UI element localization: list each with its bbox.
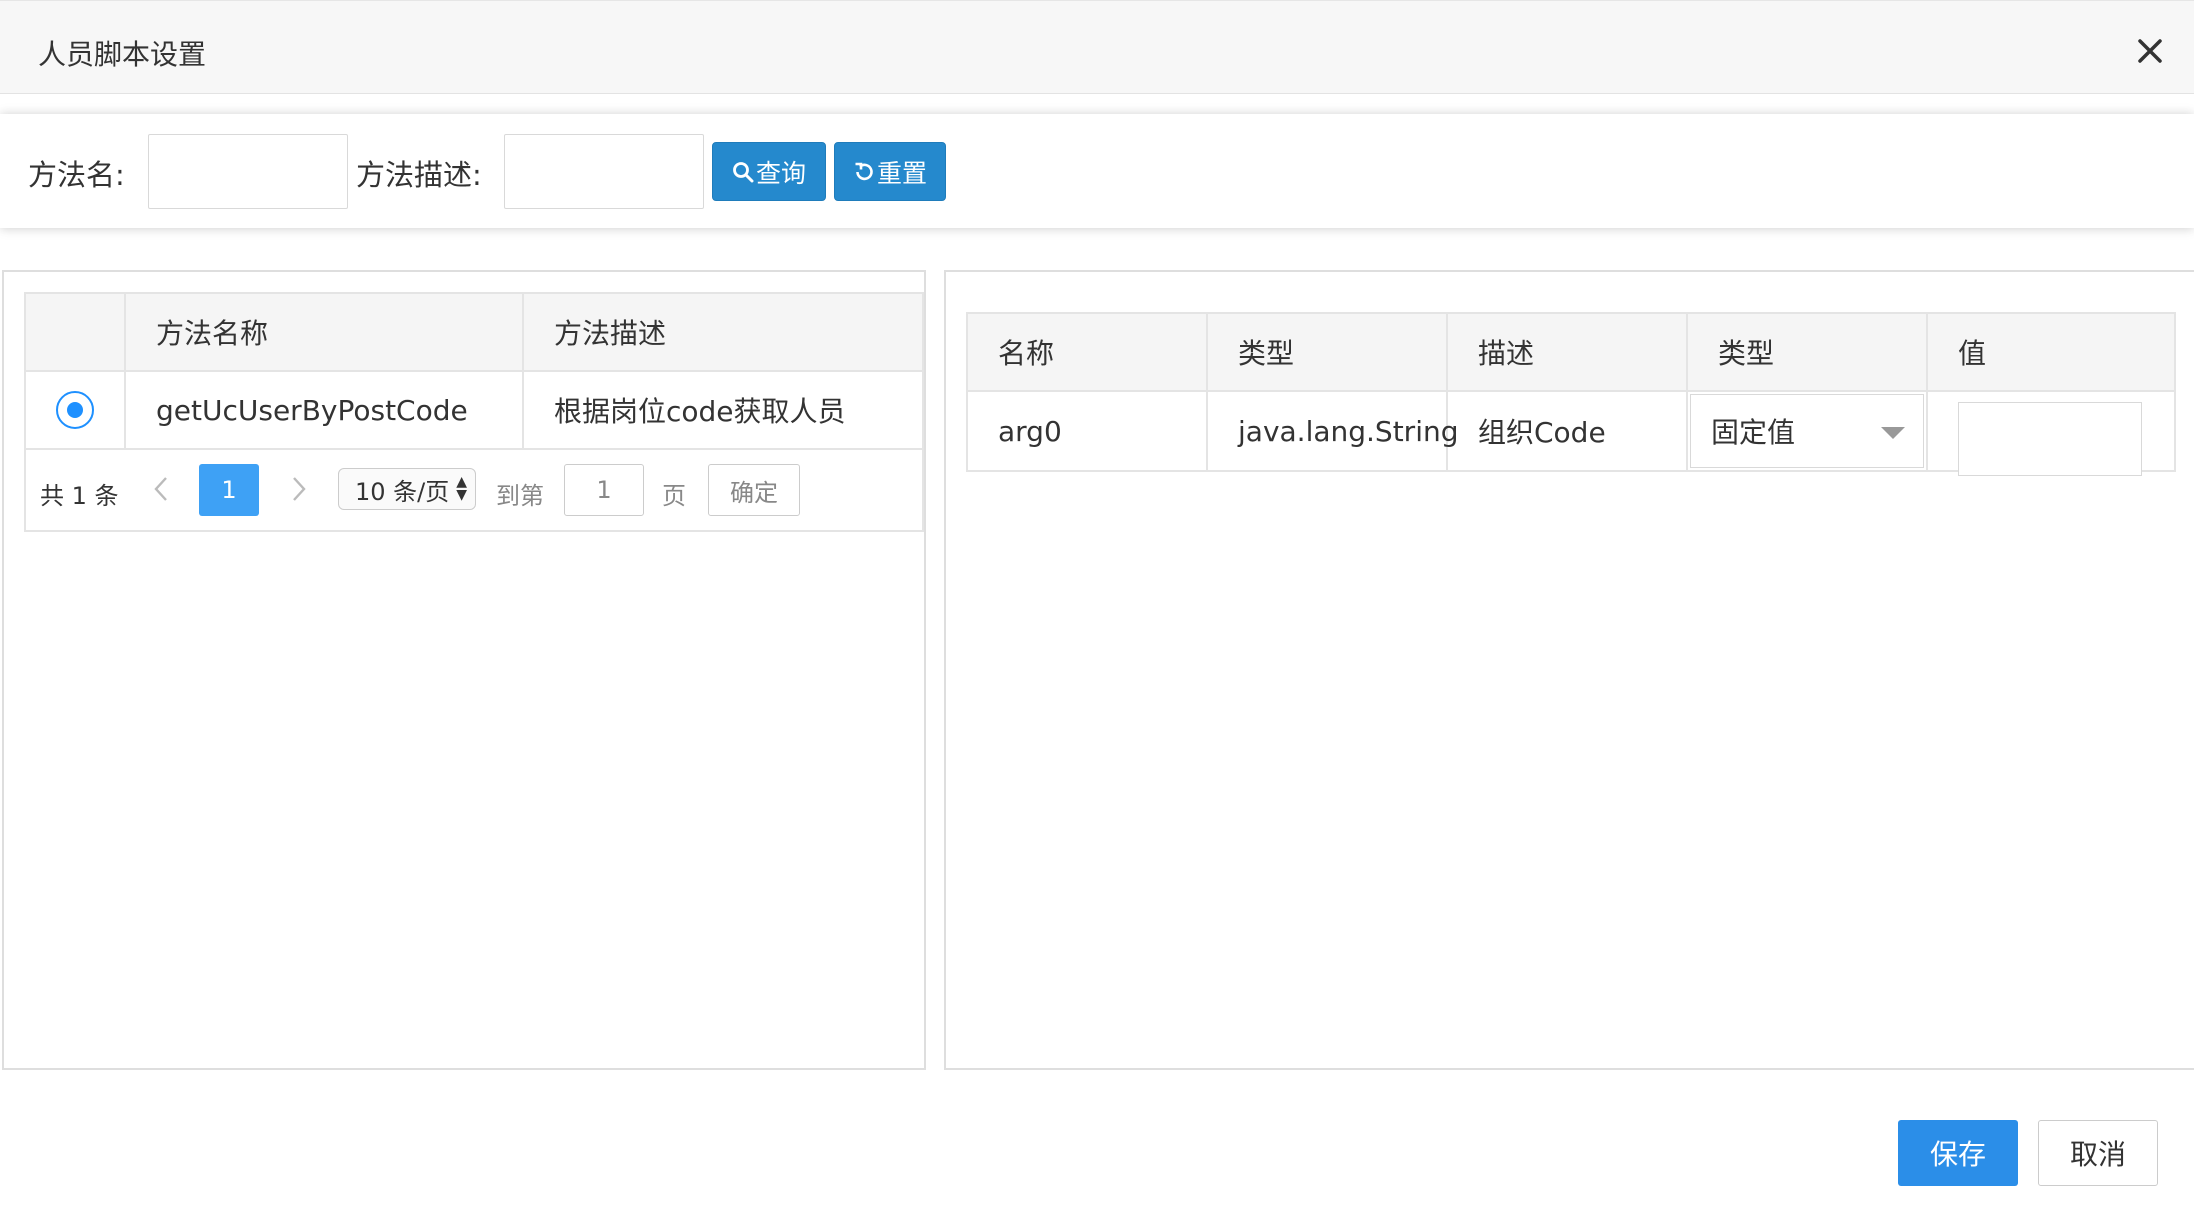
row-radio[interactable] (56, 391, 94, 429)
value-type-select[interactable]: 固定值 (1690, 394, 1924, 468)
param-name-cell: arg0 (968, 392, 1208, 470)
header-select (26, 294, 126, 370)
refresh-icon (855, 162, 873, 180)
param-table: 名称 类型 描述 类型 值 arg0 java.lang.String 组织Co… (966, 312, 2176, 476)
header-value: 值 (1958, 337, 1987, 370)
value-type-cell: 固定值 (1688, 392, 1928, 470)
table-row[interactable]: getUcUserByPostCode 根据岗位code获取人员 (26, 372, 922, 450)
reset-label: 重置 (876, 158, 927, 188)
header-method-desc: 方法描述 (554, 317, 667, 350)
value-cell (1928, 392, 2174, 476)
header-param-type: 类型 (1208, 314, 1448, 390)
pager-current-page[interactable]: 1 (199, 464, 259, 516)
method-desc-label: 方法描述: (356, 158, 482, 192)
row-select-cell (26, 372, 126, 448)
reset-button[interactable]: 重置 (834, 142, 946, 201)
value-input[interactable] (1958, 402, 2142, 476)
method-name-cell: getUcUserByPostCode (126, 372, 524, 448)
param-desc-cell: 组织Code (1448, 392, 1688, 470)
pager-page-label: 页 (662, 482, 686, 510)
pager-confirm-button[interactable]: 确定 (708, 464, 800, 516)
pager-total: 共 1 条 (40, 482, 119, 510)
pager-goto-label: 到第 (496, 482, 544, 510)
radio-dot (67, 402, 83, 418)
header-value-type: 类型 (1688, 314, 1928, 390)
method-name-label: 方法名: (28, 158, 125, 192)
method-desc-cell: 根据岗位code获取人员 (554, 395, 846, 428)
chevron-right-icon[interactable] (284, 474, 312, 504)
page-size-value: 10 条/页 (355, 477, 450, 506)
save-button[interactable]: 保存 (1898, 1120, 2018, 1186)
dialog-header: 人员脚本设置 (0, 0, 2194, 94)
caret-down-icon (1881, 427, 1905, 439)
pagination: 共 1 条 1 10 条/页 ▲ ▼ 到第 1 页 确定 (26, 450, 922, 530)
header-param-name: 名称 (968, 314, 1208, 390)
search-icon (733, 161, 754, 182)
query-label: 查询 (755, 158, 806, 188)
param-table-header: 名称 类型 描述 类型 值 (968, 314, 2174, 392)
dialog-title: 人员脚本设置 (38, 38, 207, 71)
header-param-desc: 描述 (1448, 314, 1688, 390)
table-row: arg0 java.lang.String 组织Code 固定值 (968, 392, 2174, 476)
sort-arrows-icon: ▲ ▼ (456, 474, 467, 503)
method-desc-input[interactable] (504, 134, 704, 209)
header-method-name: 方法名称 (126, 294, 524, 370)
chevron-left-icon[interactable] (148, 474, 176, 504)
method-table: 方法名称 方法描述 getUcUserByPostCode 根据岗位code获取… (24, 292, 924, 532)
pager-goto-input[interactable]: 1 (564, 464, 644, 516)
method-name-input[interactable] (148, 134, 348, 209)
page-size-select[interactable]: 10 条/页 ▲ ▼ (338, 468, 476, 510)
param-type-cell: java.lang.String (1208, 392, 1459, 470)
method-table-header: 方法名称 方法描述 (26, 294, 922, 372)
query-button[interactable]: 查询 (712, 142, 826, 201)
value-type-selected: 固定值 (1711, 416, 1796, 449)
cancel-button[interactable]: 取消 (2038, 1120, 2158, 1186)
close-icon[interactable] (2132, 33, 2168, 69)
